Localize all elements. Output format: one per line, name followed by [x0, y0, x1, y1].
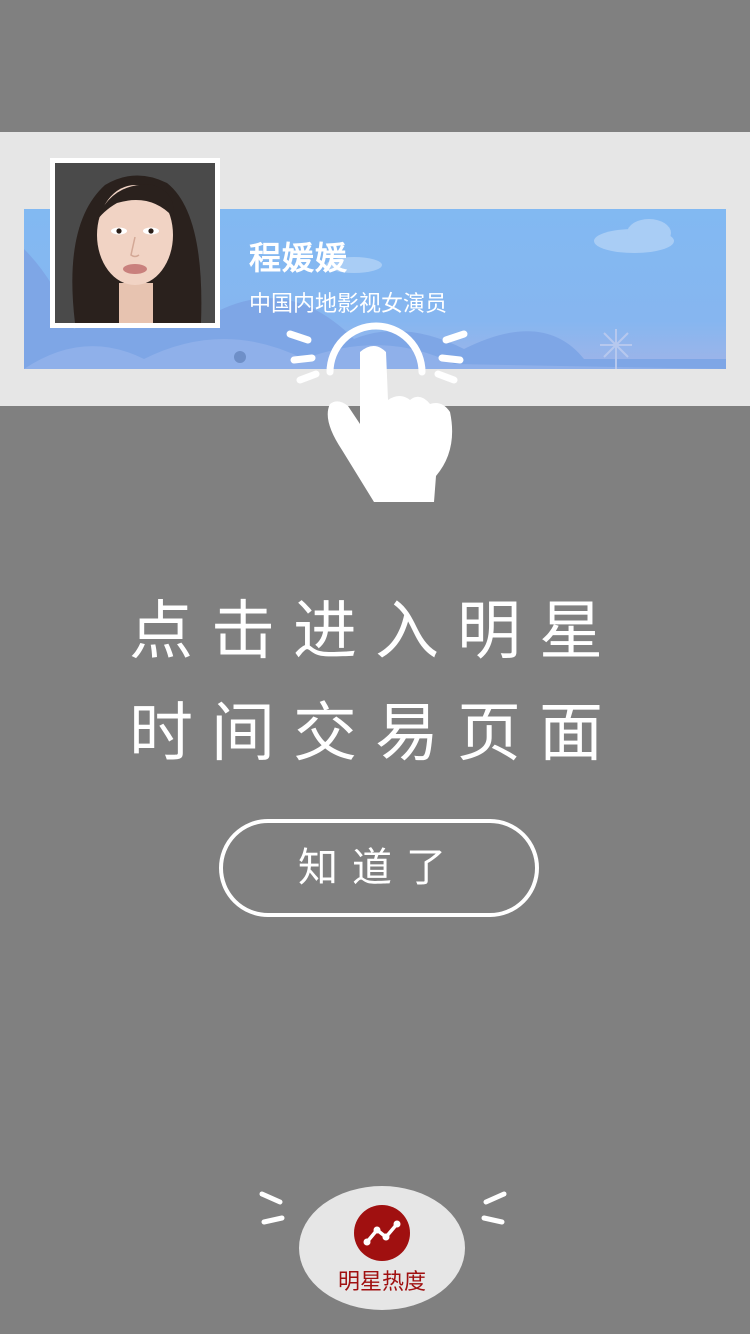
star-heat-tab[interactable]: 明星热度 [299, 1186, 465, 1310]
guide-line-2: 时间交易页面 [129, 697, 621, 771]
spark-right-icon [481, 1191, 507, 1225]
tap-hand-icon [286, 322, 468, 502]
avatar[interactable] [50, 158, 220, 328]
avatar-portrait [55, 163, 215, 323]
spark-left-icon [259, 1191, 285, 1225]
star-name: 程媛媛 [249, 239, 349, 277]
got-it-button[interactable]: 知道了 [219, 819, 539, 917]
guide-line-1: 点击进入明星 [129, 595, 621, 669]
trend-chart-icon [354, 1205, 410, 1261]
star-heat-label: 明星热度 [337, 1270, 426, 1295]
